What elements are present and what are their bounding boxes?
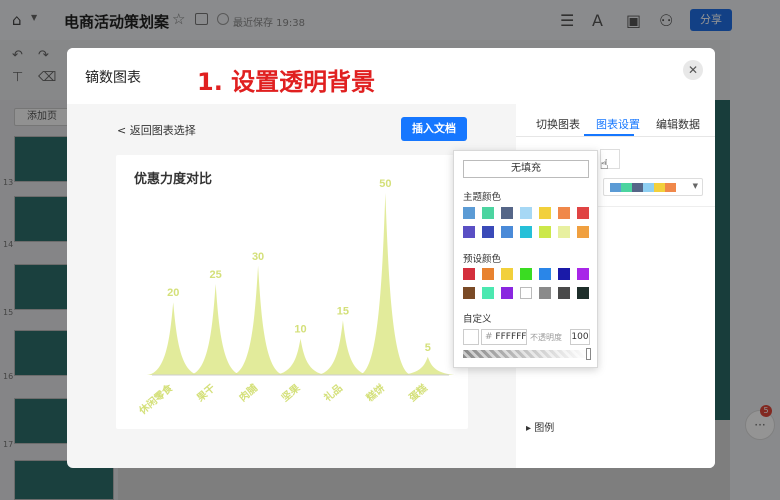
theme-color-swatch[interactable]	[501, 226, 513, 238]
area-peak	[146, 302, 200, 375]
preset-color-swatch[interactable]	[520, 287, 532, 299]
theme-color-swatch[interactable]	[482, 226, 494, 238]
data-label: 50	[379, 178, 391, 190]
hand-cursor-icon: ☝	[600, 157, 609, 173]
back-link-label: 返回图表选择	[129, 124, 196, 137]
chart-preview[interactable]: 优惠力度对比 20 25 30 10 15 50 5 休闲零食 果干 肉脯 坚果 礼品 糕饼 蛋糕	[116, 155, 468, 429]
tab-switch-chart[interactable]: 切换图表	[536, 116, 580, 132]
preset-color-swatch[interactable]	[501, 268, 513, 280]
chart-title: 优惠力度对比	[134, 171, 212, 186]
hex-input[interactable]: # FFFFFF	[481, 329, 527, 345]
data-label: 5	[425, 342, 431, 354]
palette-select[interactable]: ▼	[603, 178, 703, 196]
tab-chart-settings[interactable]: 图表设置	[596, 116, 640, 132]
close-icon[interactable]: ✕	[683, 60, 703, 80]
theme-color-swatch[interactable]	[520, 207, 532, 219]
theme-color-swatch[interactable]	[577, 226, 589, 238]
preset-color-swatch[interactable]	[520, 268, 532, 280]
tab-edit-data[interactable]: 编辑数据	[656, 116, 700, 132]
data-label: 25	[210, 269, 222, 281]
palette-swatch	[654, 183, 665, 192]
data-label: 20	[167, 287, 179, 299]
area-peak	[231, 265, 285, 375]
opacity-slider[interactable]	[463, 350, 589, 358]
x-tick-label: 坚果	[279, 381, 303, 404]
palette-swatch	[665, 183, 676, 192]
custom-color-label: 自定义	[463, 314, 492, 325]
preset-color-swatch[interactable]	[558, 287, 570, 299]
palette-swatch	[621, 183, 632, 192]
preset-color-swatch[interactable]	[558, 268, 570, 280]
x-tick-label: 肉脯	[236, 381, 260, 404]
x-tick-label: 果干	[194, 382, 218, 405]
x-tick-label: 休闲零食	[135, 381, 176, 418]
area-peak	[401, 356, 455, 375]
legend-section-toggle[interactable]: ▸ 图例	[526, 419, 554, 434]
opacity-slider-handle[interactable]	[586, 348, 591, 360]
palette-swatch	[610, 183, 621, 192]
preset-color-swatch[interactable]	[577, 268, 589, 280]
x-tick-label: 蛋糕	[406, 381, 430, 404]
palette-swatch	[632, 183, 643, 192]
tab-divider	[516, 136, 715, 137]
legend-label: 图例	[534, 423, 555, 434]
hex-value: FFFFFF	[495, 332, 527, 342]
preset-color-swatch[interactable]	[539, 268, 551, 280]
x-tick-label: 糕饼	[363, 381, 387, 404]
data-label: 15	[337, 305, 349, 317]
theme-color-swatch[interactable]	[463, 226, 475, 238]
step-annotation: 1. 设置透明背景	[197, 68, 376, 96]
preset-color-swatch[interactable]	[577, 287, 589, 299]
preset-color-swatch[interactable]	[539, 287, 551, 299]
theme-color-swatch[interactable]	[558, 207, 570, 219]
data-label: 10	[294, 324, 306, 336]
theme-color-swatch[interactable]	[463, 207, 475, 219]
theme-color-swatch[interactable]	[482, 207, 494, 219]
theme-color-swatch[interactable]	[539, 226, 551, 238]
area-peak	[316, 320, 370, 375]
preset-color-swatch[interactable]	[482, 287, 494, 299]
preset-color-swatch[interactable]	[501, 287, 513, 299]
no-fill-button[interactable]: 无填充	[463, 160, 589, 178]
chevron-down-icon: ▼	[692, 182, 698, 190]
theme-color-swatch[interactable]	[558, 226, 570, 238]
area-peak	[274, 338, 327, 375]
opacity-label: 不透明度	[530, 333, 562, 342]
custom-color-swatch[interactable]	[463, 329, 479, 345]
area-chart: 优惠力度对比 20 25 30 10 15 50 5 休闲零食 果干 肉脯 坚果 礼品 糕饼 蛋糕	[134, 171, 455, 418]
preset-color-swatch[interactable]	[463, 268, 475, 280]
chart-modal: 镝数图表 1. 设置透明背景 ✕ < 返回图表选择 插入文档 优惠力度对比 20…	[67, 48, 715, 468]
data-label: 30	[252, 251, 264, 263]
area-peak	[359, 193, 412, 375]
theme-color-swatch[interactable]	[520, 226, 532, 238]
preset-color-swatch[interactable]	[463, 287, 475, 299]
insert-document-button[interactable]: 插入文档	[401, 117, 467, 141]
modal-header: 镝数图表 1. 设置透明背景 ✕	[67, 48, 715, 104]
theme-color-swatch[interactable]	[501, 207, 513, 219]
theme-colors-label: 主题颜色	[463, 192, 502, 203]
modal-title: 镝数图表	[85, 70, 141, 86]
preset-color-swatch[interactable]	[482, 268, 494, 280]
palette-swatch	[643, 183, 654, 192]
opacity-input[interactable]: 100	[570, 329, 590, 345]
preset-colors-label: 预设颜色	[463, 254, 502, 265]
back-to-chart-select-link[interactable]: < 返回图表选择	[117, 122, 196, 138]
x-tick-label: 礼品	[321, 381, 345, 404]
color-picker-popup: 无填充 主题颜色 预设颜色 自定义 # FFFFFF 不透明度 100	[453, 150, 598, 368]
theme-color-swatch[interactable]	[577, 207, 589, 219]
area-peak	[189, 284, 242, 375]
theme-color-swatch[interactable]	[539, 207, 551, 219]
